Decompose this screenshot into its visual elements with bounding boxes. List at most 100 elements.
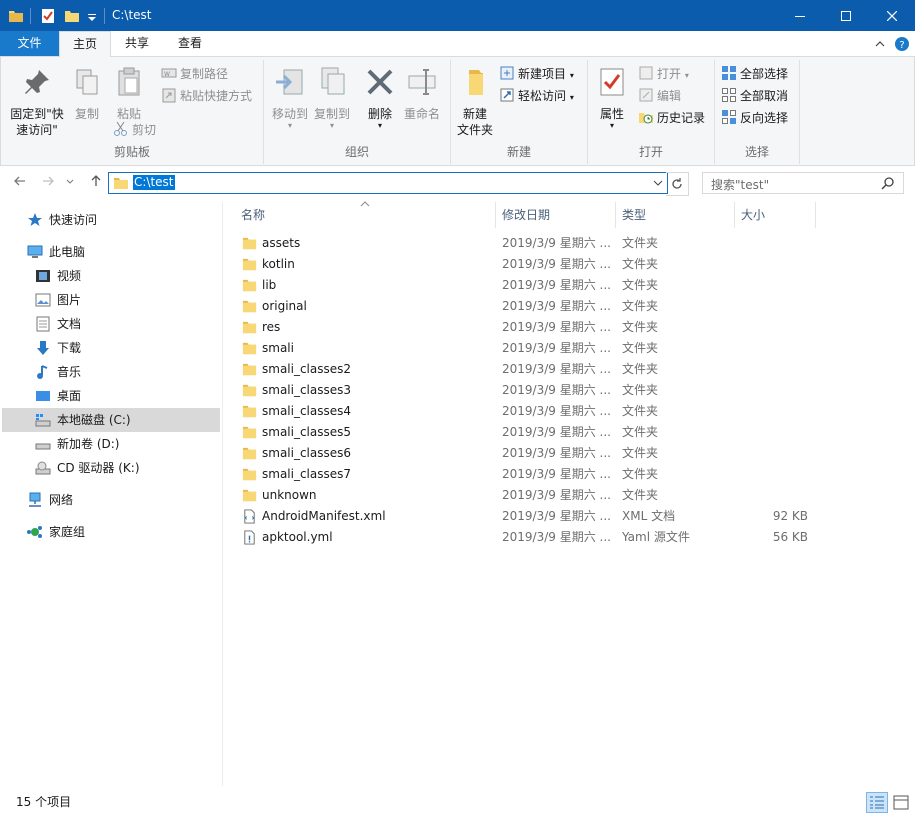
edit-button[interactable]: 编辑: [638, 86, 681, 106]
file-row[interactable]: original 2019/3/9 星期六 ... 文件夹: [236, 296, 836, 317]
file-type: 文件夹: [622, 383, 659, 397]
forward-button[interactable]: [38, 174, 58, 192]
file-row[interactable]: smali_classes7 2019/3/9 星期六 ... 文件夹: [236, 464, 836, 485]
select-all-button[interactable]: 全部选择: [721, 64, 788, 84]
select-none-button[interactable]: 全部取消: [721, 86, 788, 106]
file-row[interactable]: AndroidManifest.xml 2019/3/9 星期六 ... XML 文…: [236, 506, 836, 527]
properties-button[interactable]: 属性 ▾: [592, 66, 632, 130]
help-icon[interactable]: ?: [894, 36, 910, 52]
move-to-button[interactable]: 移动到 ▾: [268, 66, 312, 130]
tab-home[interactable]: 主页: [59, 31, 111, 57]
customize-qa-dropdown-icon[interactable]: [86, 8, 98, 24]
copy-path-button[interactable]: W 复制路径: [161, 64, 228, 84]
tab-share[interactable]: 共享: [112, 31, 162, 56]
column-header-name[interactable]: 名称: [236, 201, 496, 228]
file-row[interactable]: unknown 2019/3/9 星期六 ... 文件夹: [236, 485, 836, 506]
folder-icon: [242, 237, 257, 250]
properties-quick-icon[interactable]: [40, 8, 56, 24]
copy-button[interactable]: 复制: [69, 66, 105, 122]
paste-button[interactable]: 粘贴: [109, 66, 149, 122]
file-size: 56 KB: [772, 530, 808, 544]
chevron-down-icon: [66, 179, 74, 184]
copy-to-button[interactable]: 复制到 ▾: [310, 66, 354, 130]
address-input[interactable]: C:\test: [108, 172, 668, 194]
new-item-button[interactable]: 新建项目 ▾: [499, 64, 574, 84]
column-header-date[interactable]: 修改日期: [496, 202, 616, 228]
easy-access-button[interactable]: 轻松访问 ▾: [499, 86, 574, 106]
file-row[interactable]: res 2019/3/9 星期六 ... 文件夹: [236, 317, 836, 338]
back-arrow-icon: [14, 176, 25, 186]
file-row[interactable]: smali_classes5 2019/3/9 星期六 ... 文件夹: [236, 422, 836, 443]
video-icon: [36, 270, 50, 282]
status-bar: 15 个项目: [0, 787, 915, 815]
rename-button[interactable]: 重命名: [400, 66, 444, 122]
paste-icon: [118, 67, 140, 96]
file-type: 文件夹: [622, 320, 659, 334]
folder-icon: [9, 11, 23, 22]
file-date: 2019/3/9 星期六 ...: [502, 425, 611, 439]
file-name: lib: [262, 278, 277, 292]
up-button[interactable]: [86, 174, 106, 192]
file-date: 2019/3/9 星期六 ...: [502, 236, 611, 250]
file-date: 2019/3/9 星期六 ...: [502, 299, 611, 313]
minimize-icon: [795, 15, 805, 17]
file-name: assets: [262, 236, 301, 250]
file-name: smali_classes6: [262, 446, 352, 460]
new-folder-button[interactable]: 新建 文件夹: [453, 66, 497, 138]
svg-text:W: W: [164, 71, 170, 78]
file-date: 2019/3/9 星期六 ...: [502, 488, 611, 502]
move-to-icon: [276, 69, 303, 95]
column-header-type[interactable]: 类型: [616, 202, 734, 228]
tab-file[interactable]: 文件: [0, 31, 59, 56]
folder-icon: [242, 363, 257, 376]
minimize-button[interactable]: [777, 0, 823, 31]
file-name: unknown: [262, 488, 317, 502]
ribbon-collapse-chevron-icon[interactable]: [874, 39, 886, 49]
folder-icon: [242, 258, 257, 271]
navigation-pane: 快速访问 此电脑 视频 图片 文档 下载 音乐 桌面 本地磁盘 (C:) 新加卷…: [0, 202, 221, 786]
organize-group: 移动到 ▾ 复制到 ▾ 删除 ▾ 重命名 组织: [264, 60, 451, 164]
file-row[interactable]: smali_classes6 2019/3/9 星期六 ... 文件夹: [236, 443, 836, 464]
new-folder-icon: [469, 70, 483, 95]
maximize-icon: [841, 10, 851, 21]
delete-button[interactable]: 删除 ▾: [360, 66, 400, 130]
column-resize-handle[interactable]: [815, 202, 816, 228]
file-date: 2019/3/9 星期六 ...: [502, 467, 611, 481]
recent-locations-button[interactable]: [64, 174, 76, 192]
maximize-button[interactable]: [823, 0, 869, 31]
file-name: original: [262, 299, 307, 313]
close-button[interactable]: [869, 0, 915, 31]
tab-view[interactable]: 查看: [164, 31, 216, 56]
file-row[interactable]: lib 2019/3/9 星期六 ... 文件夹: [236, 275, 836, 296]
folder-icon: [242, 342, 257, 355]
back-button[interactable]: [10, 174, 30, 192]
new-folder-quick-icon[interactable]: [64, 8, 80, 24]
file-type: 文件夹: [622, 299, 659, 313]
invert-selection-button[interactable]: 反向选择: [721, 108, 788, 128]
history-button[interactable]: 历史记录: [638, 108, 705, 128]
open-button[interactable]: 打开 ▾: [638, 64, 689, 84]
file-row[interactable]: apktool.yml 2019/3/9 星期六 ... Yaml 源文件 56 KB: [236, 527, 836, 548]
address-dropdown-chevron-icon[interactable]: [653, 178, 663, 188]
large-icons-view-button[interactable]: [890, 792, 912, 813]
column-header-size[interactable]: 大小: [735, 202, 815, 228]
cut-button[interactable]: 剪切: [113, 120, 156, 140]
search-input[interactable]: 搜索"test": [702, 172, 904, 194]
paste-shortcut-button[interactable]: 粘贴快捷方式: [161, 86, 252, 106]
file-row[interactable]: smali_classes2 2019/3/9 星期六 ... 文件夹: [236, 359, 836, 380]
search-placeholder: 搜索"test": [711, 178, 770, 192]
drive-icon: [35, 443, 51, 450]
history-icon: [639, 113, 653, 124]
file-row[interactable]: kotlin 2019/3/9 星期六 ... 文件夹: [236, 254, 836, 275]
file-row[interactable]: smali_classes4 2019/3/9 星期六 ... 文件夹: [236, 401, 836, 422]
file-row[interactable]: smali 2019/3/9 星期六 ... 文件夹: [236, 338, 836, 359]
details-view-button[interactable]: [866, 792, 888, 813]
file-type: 文件夹: [622, 446, 659, 460]
large-icons-view-icon: [893, 795, 909, 810]
refresh-button[interactable]: [666, 172, 689, 196]
copy-to-icon: [321, 67, 345, 95]
file-row[interactable]: assets 2019/3/9 星期六 ... 文件夹: [236, 233, 836, 254]
file-row[interactable]: smali_classes3 2019/3/9 星期六 ... 文件夹: [236, 380, 836, 401]
pane-splitter[interactable]: [222, 202, 223, 786]
pin-to-quick-access-button[interactable]: 固定到"快 速访问": [5, 66, 69, 138]
